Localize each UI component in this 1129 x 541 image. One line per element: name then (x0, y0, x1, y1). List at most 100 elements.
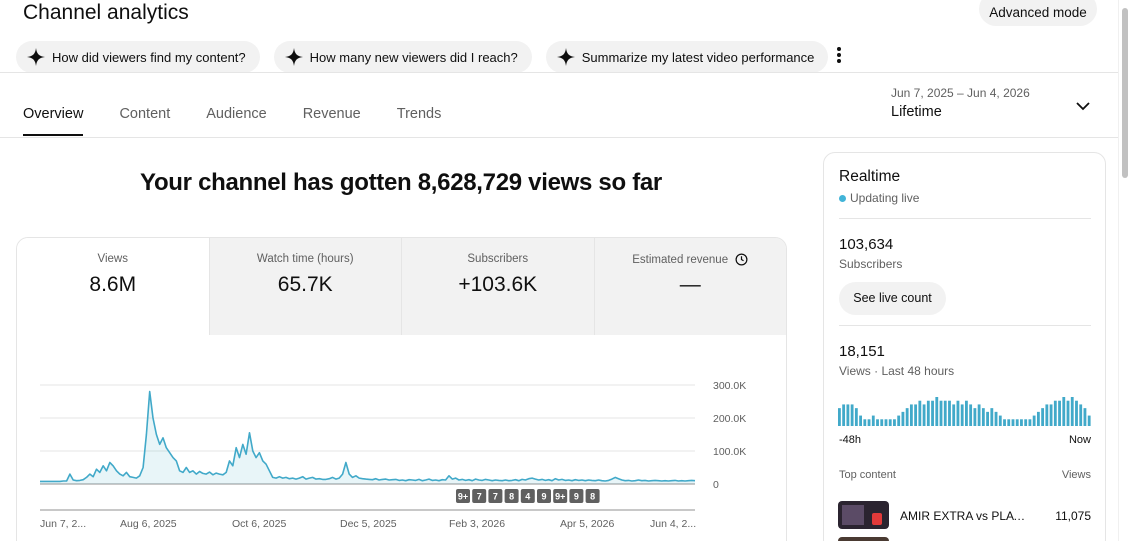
realtime-bar (880, 419, 884, 426)
tab-trends[interactable]: Trends (397, 106, 442, 122)
realtime-bar (893, 419, 896, 426)
video-thumbnail[interactable] (838, 537, 889, 541)
realtime-bar (905, 408, 909, 426)
realtime-bar (960, 404, 964, 426)
x-tick-label: Jun 4, 2... (650, 518, 696, 530)
video-marker-label: 7 (477, 492, 482, 502)
realtime-bar (998, 415, 1002, 426)
video-thumbnail[interactable] (838, 501, 889, 529)
chip-find-content[interactable]: How did viewers find my content? (16, 41, 260, 73)
x-tick-label: Dec 5, 2025 (340, 518, 397, 530)
realtime-bar (897, 415, 901, 426)
realtime-bar-chart[interactable] (838, 393, 1092, 427)
metric-revenue[interactable]: Estimated revenue — (593, 238, 786, 335)
realtime-bar (1075, 400, 1078, 426)
realtime-bar (909, 404, 913, 426)
subscriber-label: Subscribers (839, 257, 903, 271)
tab-overview[interactable]: Overview (23, 106, 84, 136)
top-content-heading: Top content (839, 469, 896, 481)
realtime-bar (956, 400, 960, 426)
realtime-bar (1003, 419, 1006, 426)
scrollbar-thumb[interactable] (1122, 8, 1128, 178)
more-options-icon[interactable] (832, 45, 846, 67)
page-scrollbar[interactable] (1118, 0, 1129, 541)
page-title: Channel analytics (23, 1, 189, 24)
realtime-bar (876, 419, 879, 426)
clock-icon (735, 253, 748, 266)
metric-subscribers[interactable]: Subscribers +103.6K (401, 238, 594, 335)
y-tick-label: 200.0K (713, 413, 746, 425)
metric-watch-time[interactable]: Watch time (hours) 65.7K (208, 238, 401, 335)
video-marker-label: 4 (525, 492, 530, 502)
series-line[interactable] (40, 390, 696, 483)
metric-label: Views (97, 253, 128, 265)
realtime-bar (973, 408, 977, 426)
realtime-bar (1087, 415, 1091, 426)
realtime-bar (1007, 419, 1011, 426)
realtime-bar (943, 400, 947, 426)
video-marker-label: 9 (574, 492, 579, 502)
realtime-bar (1083, 408, 1087, 426)
sparkle-icon (556, 48, 575, 66)
realtime-bar (965, 400, 968, 426)
metric-label: Subscribers (467, 253, 529, 265)
sparkle-icon (284, 48, 303, 66)
top-content-views-heading: Views (1061, 469, 1091, 481)
realtime-bar (990, 408, 994, 426)
realtime-bar (1036, 411, 1040, 426)
realtime-bar (1020, 419, 1023, 426)
realtime-bar (867, 419, 871, 426)
realtime-bar (948, 400, 951, 426)
y-tick-label: 100.0K (713, 446, 746, 458)
x-tick-label: Feb 3, 2026 (449, 518, 505, 530)
tab-audience[interactable]: Audience (206, 106, 266, 122)
metric-value: 65.7K (277, 273, 333, 296)
realtime-bar (977, 404, 981, 426)
tab-bar: Overview Content Audience Revenue Trends (23, 106, 477, 136)
divider (839, 218, 1091, 219)
metric-value: — (679, 273, 701, 296)
chip-label: How did viewers find my content? (52, 49, 246, 65)
x-tick-label: Apr 5, 2026 (560, 518, 614, 530)
video-marker-label: 8 (509, 492, 514, 502)
advanced-mode-button[interactable]: Advanced mode (979, 0, 1097, 26)
realtime-bar (939, 400, 943, 426)
metric-value: 8.6M (89, 273, 137, 296)
date-range[interactable]: Jun 7, 2025 – Jun 4, 2026 (891, 86, 1030, 100)
realtime-views-label: Views · Last 48 hours (839, 364, 955, 378)
tab-revenue[interactable]: Revenue (303, 106, 361, 122)
mini-axis-end: Now (1068, 434, 1091, 446)
realtime-bar (1045, 404, 1049, 426)
chip-label: Summarize my latest video performance (581, 49, 815, 65)
y-tick-label: 0 (713, 479, 719, 491)
realtime-bar (1070, 397, 1074, 426)
tab-content[interactable]: Content (119, 106, 170, 122)
realtime-panel: Realtime Updating live 103,634 Subscribe… (823, 152, 1106, 541)
chip-new-viewers[interactable]: How many new viewers did I reach? (273, 41, 532, 73)
chevron-down-icon[interactable] (1074, 97, 1092, 115)
views-chart[interactable]: 300.0K 200.0K 100.0K 0 Jun 7, 2... Aug 6, 202… (17, 335, 787, 541)
realtime-bar (1062, 397, 1066, 426)
realtime-bar (842, 404, 846, 426)
chip-summarize[interactable]: Summarize my latest video performance (545, 41, 829, 73)
video-marker-label: 9 (541, 492, 546, 502)
realtime-bar (838, 408, 841, 426)
date-period[interactable]: Lifetime (891, 104, 942, 120)
metric-value: +103.6K (458, 273, 538, 296)
top-content-title[interactable]: AMIR EXTRA vs PLAYE... (900, 509, 1030, 523)
realtime-bar (1024, 419, 1028, 426)
metric-views[interactable]: Views 8.6M (17, 238, 209, 335)
video-marker-label: 8 (590, 492, 595, 502)
top-content-views: 11,075 (1055, 509, 1091, 523)
divider (0, 72, 1118, 73)
divider (0, 137, 1118, 138)
divider (839, 325, 1091, 326)
live-dot-icon (839, 195, 846, 202)
realtime-bar (846, 404, 850, 426)
realtime-bar (926, 400, 930, 426)
realtime-bar (969, 404, 973, 426)
see-live-count-button[interactable]: See live count (839, 282, 946, 315)
overview-card: Views 8.6M Watch time (hours) 65.7K Subs… (16, 237, 787, 541)
realtime-bar (888, 419, 892, 426)
realtime-bar (1015, 419, 1019, 426)
